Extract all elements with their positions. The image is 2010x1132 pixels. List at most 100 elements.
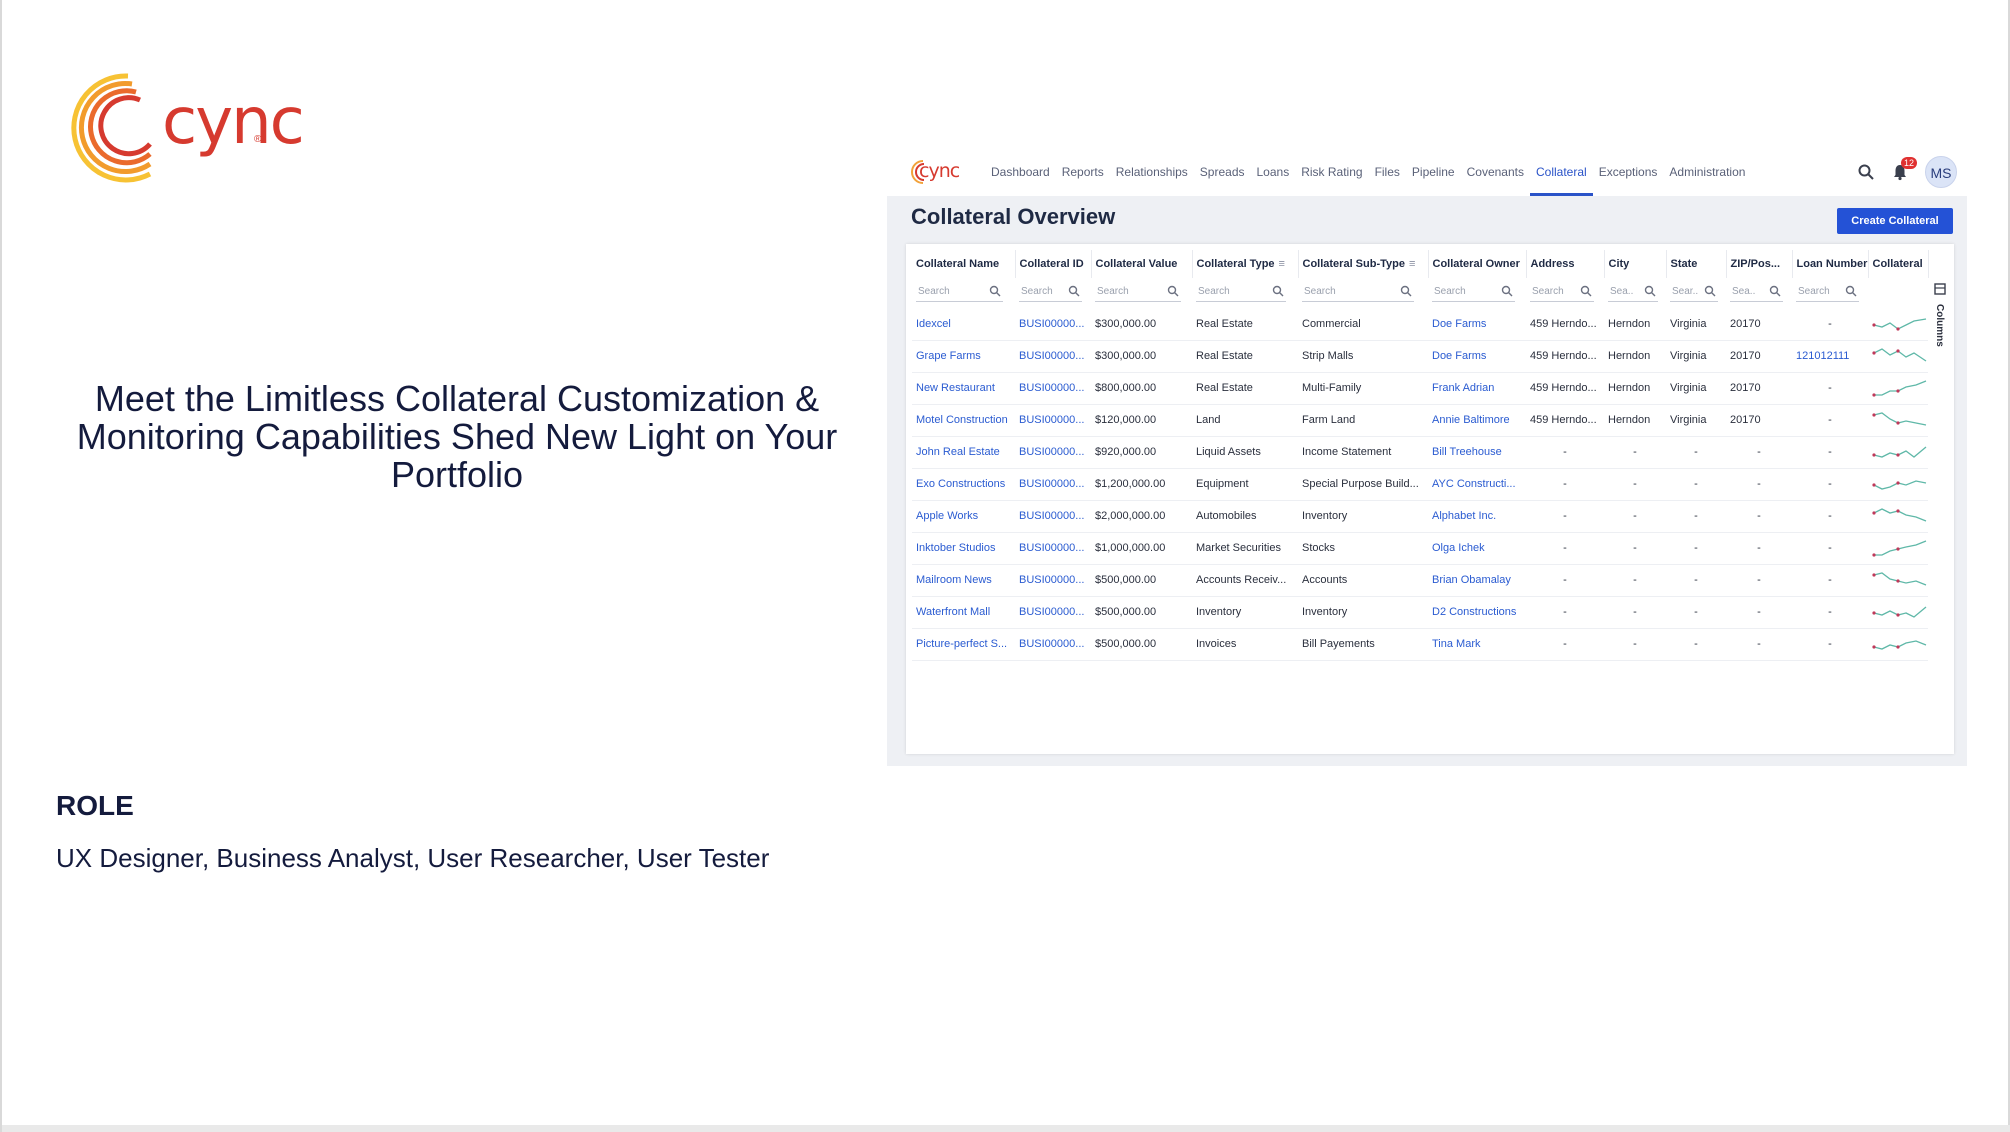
nav-item-files[interactable]: Files bbox=[1369, 148, 1406, 196]
nav-item-collateral[interactable]: Collateral bbox=[1529, 148, 1593, 196]
table-cell-link[interactable]: AYC Constructi... bbox=[1428, 468, 1526, 501]
table-cell-link[interactable]: BUSI00000... bbox=[1015, 564, 1091, 597]
table-cell-link[interactable]: Tina Mark bbox=[1428, 628, 1526, 661]
column-menu-icon[interactable]: ≡ bbox=[1279, 258, 1285, 270]
table-cell: - bbox=[1604, 532, 1666, 565]
column-header[interactable]: City bbox=[1604, 250, 1667, 278]
column-header[interactable]: Collateral Name bbox=[912, 250, 1016, 278]
column-header[interactable]: ZIP/Pos... bbox=[1726, 250, 1793, 278]
column-menu-icon[interactable]: ≡ bbox=[1409, 258, 1415, 270]
column-header[interactable]: Collateral Type ≡ bbox=[1192, 250, 1299, 278]
table-row[interactable]: John Real Estate BUSI00000... $920,000.00 L… bbox=[912, 436, 1928, 469]
table-cell-link[interactable]: Bill Treehouse bbox=[1428, 436, 1526, 469]
column-header[interactable]: Address bbox=[1526, 250, 1605, 278]
table-row[interactable]: Motel Construction BUSI00000... $120,000.0… bbox=[912, 404, 1928, 437]
nav-item-covenants[interactable]: Covenants bbox=[1461, 148, 1530, 196]
slide: cync ® Meet the Limitless Collateral Cus… bbox=[0, 0, 2010, 1132]
nav-item-relationships[interactable]: Relationships bbox=[1110, 148, 1194, 196]
table-cell-link[interactable]: John Real Estate bbox=[912, 436, 1015, 469]
table-cell-link[interactable]: Waterfront Mall bbox=[912, 596, 1015, 629]
table-cell-link[interactable]: Doe Farms bbox=[1428, 340, 1526, 373]
column-header[interactable]: Collateral Value bbox=[1091, 250, 1193, 278]
nav-item-pipeline[interactable]: Pipeline bbox=[1406, 148, 1461, 196]
table-cell bbox=[1868, 436, 1928, 469]
table-cell-link[interactable]: Doe Farms bbox=[1428, 308, 1526, 341]
search-icon[interactable] bbox=[1857, 163, 1875, 181]
nav-item-dashboard[interactable]: Dashboard bbox=[985, 148, 1056, 196]
table-cell: - bbox=[1526, 532, 1604, 565]
notifications-button[interactable]: 12 bbox=[1891, 157, 1918, 181]
column-search-input[interactable]: Search bbox=[1095, 284, 1181, 302]
columns-panel-toggle[interactable]: Columns bbox=[1934, 282, 1950, 362]
table-cell-link[interactable]: Olga Ichek bbox=[1428, 532, 1526, 565]
nav-item-risk-rating[interactable]: Risk Rating bbox=[1295, 148, 1368, 196]
nav-item-administration[interactable]: Administration bbox=[1663, 148, 1751, 196]
nav-item-spreads[interactable]: Spreads bbox=[1194, 148, 1251, 196]
column-header[interactable]: Collateral ID bbox=[1015, 250, 1092, 278]
column-search-input[interactable]: Search bbox=[1432, 284, 1515, 302]
table-cell-link[interactable]: D2 Constructions bbox=[1428, 596, 1526, 629]
column-search-input[interactable]: Search bbox=[1196, 284, 1287, 302]
nav-item-exceptions[interactable]: Exceptions bbox=[1593, 148, 1664, 196]
app-logo[interactable]: cync bbox=[905, 158, 965, 186]
table-cell-link[interactable]: 121012111 bbox=[1792, 340, 1868, 373]
column-search-input[interactable]: Search bbox=[1530, 284, 1595, 302]
table-cell: Inventory bbox=[1298, 500, 1428, 533]
table-cell-link[interactable]: BUSI00000... bbox=[1015, 436, 1091, 469]
create-collateral-button[interactable]: Create Collateral bbox=[1837, 208, 1953, 234]
table-cell-link[interactable]: Inktober Studios bbox=[912, 532, 1015, 565]
column-search-input[interactable]: Search bbox=[1302, 284, 1415, 302]
table-cell: - bbox=[1792, 500, 1868, 533]
table-row[interactable]: Apple Works BUSI00000... $2,000,000.00 Auto… bbox=[912, 500, 1928, 533]
column-header[interactable]: Collateral Sub-Type ≡ bbox=[1298, 250, 1429, 278]
table-row[interactable]: Inktober Studios BUSI00000... $1,000,000.0… bbox=[912, 532, 1928, 565]
table-cell-link[interactable]: Alphabet Inc. bbox=[1428, 500, 1526, 533]
table-cell-link[interactable]: Annie Baltimore bbox=[1428, 404, 1526, 437]
table-row[interactable]: New Restaurant BUSI00000... $800,000.00 Rea… bbox=[912, 372, 1928, 405]
search-placeholder: Sea.. bbox=[1732, 286, 1756, 297]
table-row[interactable]: Exo Constructions BUSI00000... $1,200,000.… bbox=[912, 468, 1928, 501]
table-row[interactable]: Waterfront Mall BUSI00000... $500,000.00 In… bbox=[912, 596, 1928, 629]
search-placeholder: Search bbox=[1198, 286, 1230, 297]
table-cell-link[interactable]: BUSI00000... bbox=[1015, 340, 1091, 373]
table-cell-link[interactable]: Exo Constructions bbox=[912, 468, 1015, 501]
table-cell-link[interactable]: Grape Farms bbox=[912, 340, 1015, 373]
table-cell-link[interactable]: New Restaurant bbox=[912, 372, 1015, 405]
table-cell-link[interactable]: Apple Works bbox=[912, 500, 1015, 533]
column-search-input[interactable]: Sea.. bbox=[1608, 284, 1658, 302]
table-row[interactable]: Idexcel BUSI00000... $300,000.00 Real Estat… bbox=[912, 308, 1928, 341]
column-header[interactable]: Collateral bbox=[1868, 250, 1929, 278]
table-cell-link[interactable]: BUSI00000... bbox=[1015, 468, 1091, 501]
column-search-input[interactable]: Search bbox=[916, 284, 1004, 302]
table-row[interactable]: Mailroom News BUSI00000... $500,000.00 Acco… bbox=[912, 564, 1928, 597]
column-header[interactable]: Loan Number bbox=[1792, 250, 1869, 278]
table-cell-link[interactable]: Picture-perfect S... bbox=[912, 628, 1015, 661]
table-cell: - bbox=[1604, 468, 1666, 501]
trend-sparkline bbox=[1872, 380, 1927, 397]
column-search-input[interactable]: Search bbox=[1019, 284, 1082, 302]
column-header[interactable]: Collateral Owner bbox=[1428, 250, 1527, 278]
column-search-input[interactable]: Sea.. bbox=[1730, 284, 1784, 302]
table-row[interactable]: Grape Farms BUSI00000... $300,000.00 Real E… bbox=[912, 340, 1928, 373]
table-cell-link[interactable]: BUSI00000... bbox=[1015, 404, 1091, 437]
table-cell: - bbox=[1526, 468, 1604, 501]
column-search-input[interactable]: Sear.. bbox=[1670, 284, 1718, 302]
table-cell-link[interactable]: BUSI00000... bbox=[1015, 532, 1091, 565]
table-cell-link[interactable]: BUSI00000... bbox=[1015, 628, 1091, 661]
table-cell-link[interactable]: BUSI00000... bbox=[1015, 372, 1091, 405]
avatar[interactable]: MS bbox=[1925, 156, 1957, 188]
table-row[interactable]: Picture-perfect S... BUSI00000... $500,000… bbox=[912, 628, 1928, 661]
column-header[interactable]: State bbox=[1666, 250, 1727, 278]
nav-item-loans[interactable]: Loans bbox=[1251, 148, 1296, 196]
table-cell-link[interactable]: BUSI00000... bbox=[1015, 308, 1091, 341]
nav-item-reports[interactable]: Reports bbox=[1056, 148, 1110, 196]
table-cell bbox=[1868, 500, 1928, 533]
table-cell-link[interactable]: Motel Construction bbox=[912, 404, 1015, 437]
table-cell-link[interactable]: Frank Adrian bbox=[1428, 372, 1526, 405]
table-cell-link[interactable]: Idexcel bbox=[912, 308, 1015, 341]
table-cell-link[interactable]: BUSI00000... bbox=[1015, 500, 1091, 533]
table-cell-link[interactable]: BUSI00000... bbox=[1015, 596, 1091, 629]
column-search-input[interactable]: Search bbox=[1796, 284, 1859, 302]
table-cell-link[interactable]: Mailroom News bbox=[912, 564, 1015, 597]
table-cell-link[interactable]: Brian Obamalay bbox=[1428, 564, 1526, 597]
